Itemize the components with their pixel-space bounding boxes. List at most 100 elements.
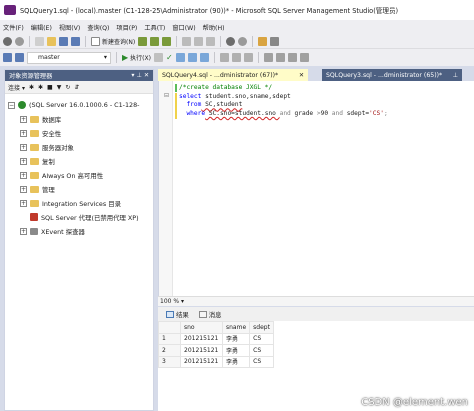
tree-node-sql-agent[interactable]: SQL Server 代理(已禁用代理 XP) (5, 210, 153, 224)
database-select[interactable]: master ▾ (27, 51, 111, 64)
query-options-icon[interactable] (187, 53, 197, 62)
tree-node-integration-services[interactable]: + Integration Services 目录 (5, 196, 153, 210)
expand-icon[interactable]: + (20, 171, 27, 179)
back-icon[interactable] (3, 36, 12, 46)
column-header-sname[interactable]: sname (221, 321, 251, 334)
table-row[interactable]: 3 201215121 李勇 CS (158, 355, 275, 368)
connect-icon[interactable] (3, 53, 12, 62)
tree-node-databases[interactable]: + 数据库 (5, 112, 153, 126)
outdent-icon[interactable] (287, 53, 297, 62)
expand-icon[interactable]: + (20, 227, 27, 235)
cell-sno[interactable]: 201215121 (180, 355, 223, 368)
cell-sname[interactable]: 李勇 (221, 332, 251, 345)
cell-sdept[interactable]: CS (249, 344, 275, 357)
menu-edit[interactable]: 编辑(E) (31, 23, 52, 32)
undo-icon[interactable] (226, 36, 236, 46)
save-all-icon[interactable] (71, 36, 80, 46)
menu-view[interactable]: 视图(V) (59, 23, 80, 32)
expand-icon[interactable]: + (20, 143, 27, 151)
activity-icon[interactable]: ⇵ (74, 84, 79, 91)
tree-node-always-on[interactable]: + Always On 高可用性 (5, 168, 153, 182)
cell-sname[interactable]: 李勇 (221, 344, 251, 357)
analysis-query-icon[interactable] (150, 36, 160, 46)
estimated-plan-icon[interactable] (175, 53, 185, 62)
refresh-icon[interactable]: ↻ (65, 84, 70, 91)
menu-help[interactable]: 帮助(H) (203, 23, 225, 32)
execute-button[interactable]: ▶ 执行(X) (122, 53, 151, 62)
new-query-button[interactable]: 新建查询(N) (91, 36, 135, 46)
change-connection-icon[interactable] (15, 53, 24, 62)
tab-sqlquery4[interactable]: SQLQuery4.sql - ...dministrator (67))* ✕ (158, 69, 308, 81)
expand-icon[interactable]: + (20, 115, 27, 123)
query-text[interactable]: /*create database JXGL */select student.… (179, 84, 388, 119)
close-icon[interactable]: ✕ (299, 72, 304, 79)
zoom-select[interactable]: 100 % ▾ (160, 298, 184, 305)
parse-check-icon[interactable]: ✓ (166, 53, 173, 62)
filter-icon[interactable]: ▼ (57, 84, 62, 91)
tree-node-security[interactable]: + 安全性 (5, 126, 153, 140)
menu-window[interactable]: 窗口(W) (172, 23, 195, 32)
folder-icon (30, 115, 39, 123)
table-row[interactable]: 1 201215121 李勇 CS (158, 332, 275, 345)
settings-icon[interactable] (270, 36, 280, 46)
expand-icon[interactable]: + (20, 157, 27, 165)
stop-icon[interactable] (153, 53, 163, 62)
intellisense-icon[interactable] (199, 53, 209, 62)
paste-icon[interactable] (206, 36, 216, 46)
disconnect-icon[interactable]: ✱ (38, 84, 43, 91)
copy-icon[interactable] (194, 36, 204, 46)
menu-file[interactable]: 文件(F) (3, 23, 24, 32)
cell-sno[interactable]: 201215121 (180, 332, 223, 345)
redo-icon[interactable] (238, 36, 248, 46)
pin-icon[interactable]: ⊥ (453, 72, 458, 79)
results-to-file-icon[interactable] (243, 53, 253, 62)
indent-icon[interactable] (299, 53, 309, 62)
column-header-sno[interactable]: sno (180, 321, 223, 334)
row-number[interactable]: 1 (158, 332, 181, 345)
expand-icon[interactable]: + (20, 185, 27, 193)
change-marker (175, 93, 177, 119)
pin-icon[interactable]: ▾ ⊥ (131, 72, 141, 79)
query-editor[interactable]: ⊟ /*create database JXGL */select studen… (158, 81, 474, 296)
tree-node-replication[interactable]: + 复制 (5, 154, 153, 168)
cell-sname[interactable]: 李勇 (221, 355, 251, 368)
table-row[interactable]: 2 201215121 李勇 CS (158, 344, 275, 357)
row-number-header[interactable] (158, 321, 181, 334)
tree-node-server-objects[interactable]: + 服务器对象 (5, 140, 153, 154)
menu-tools[interactable]: 工具(T) (144, 23, 165, 32)
find-icon[interactable] (258, 36, 268, 46)
cut-icon[interactable] (182, 36, 192, 46)
results-to-grid-icon[interactable] (231, 53, 241, 62)
row-number[interactable]: 3 (158, 355, 181, 368)
uncomment-icon[interactable] (275, 53, 285, 62)
close-icon[interactable]: ✕ (144, 72, 149, 79)
tab-results[interactable]: 结果 (166, 310, 189, 319)
save-icon[interactable] (59, 36, 68, 46)
mdx-query-icon[interactable] (162, 36, 172, 46)
column-header-sdept[interactable]: sdept (249, 321, 275, 334)
tree-node-management[interactable]: + 管理 (5, 182, 153, 196)
collapse-region-icon[interactable]: ⊟ (164, 92, 169, 99)
stop-icon[interactable]: ■ (47, 84, 53, 91)
forward-icon[interactable] (15, 36, 24, 46)
cell-sno[interactable]: 201215121 (180, 344, 223, 357)
results-to-text-icon[interactable] (219, 53, 229, 62)
expand-icon[interactable]: + (20, 199, 27, 207)
cell-sdept[interactable]: CS (249, 332, 275, 345)
open-file-icon[interactable] (47, 36, 56, 46)
expand-icon[interactable]: + (20, 129, 27, 137)
comment-icon[interactable] (263, 53, 273, 62)
tree-node-xevent-profiler[interactable]: + XEvent 探查器 (5, 224, 153, 238)
menu-query[interactable]: 查询(Q) (87, 23, 109, 32)
tab-sqlquery3[interactable]: SQLQuery3.sql - ...dministrator (65))* ⊥ (322, 69, 462, 81)
row-number[interactable]: 2 (158, 344, 181, 357)
tree-server-node[interactable]: − (SQL Server 16.0.1000.6 - C1-128- (5, 98, 153, 112)
cell-sdept[interactable]: CS (249, 355, 275, 368)
tab-messages[interactable]: 消息 (198, 310, 222, 319)
new-project-icon[interactable] (35, 36, 44, 46)
database-query-icon[interactable] (138, 36, 148, 46)
menu-project[interactable]: 项目(P) (116, 23, 137, 32)
collapse-icon[interactable]: − (8, 101, 15, 109)
connect-button[interactable]: 连接 ▾ (8, 83, 25, 92)
connect-server-icon[interactable]: ✱ (29, 84, 34, 91)
